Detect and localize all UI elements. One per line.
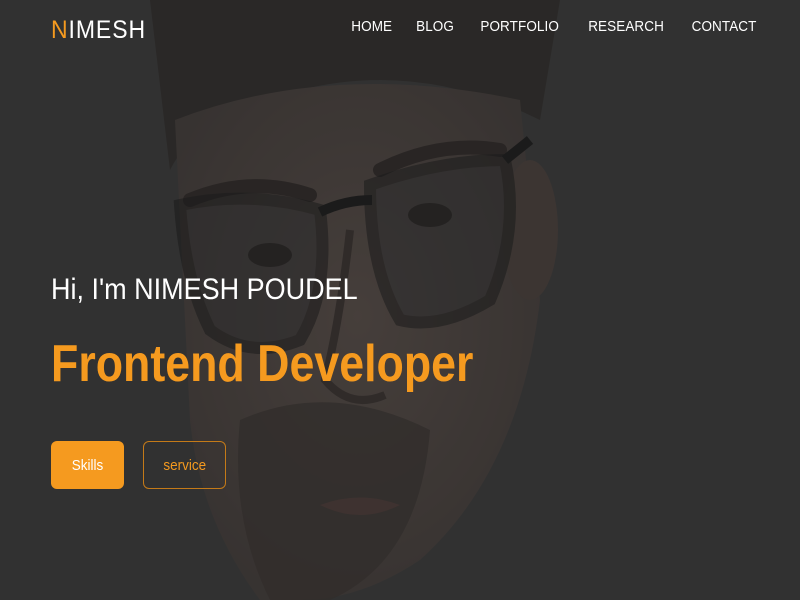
- skills-button-label: Skills: [71, 456, 104, 474]
- nav-menu: HOME BLOG PORTFOLIO RESEARCH CONTACT: [349, 18, 760, 35]
- nav-item-research[interactable]: RESEARCH: [588, 18, 664, 35]
- brand-logo[interactable]: NIMESH: [51, 16, 146, 45]
- top-navbar: NIMESH HOME BLOG PORTFOLIO RESEARCH CONT…: [0, 0, 800, 60]
- hero-role-title: Frontend Developer: [51, 335, 474, 393]
- nav-item-portfolio[interactable]: PORTFOLIO: [481, 18, 560, 35]
- nav-item-contact[interactable]: CONTACT: [692, 18, 757, 35]
- service-button-label: service: [163, 456, 206, 474]
- logo-accent-letter: N: [51, 16, 69, 44]
- service-button[interactable]: service: [143, 441, 226, 489]
- skills-button[interactable]: Skills: [51, 441, 124, 489]
- nav-item-blog[interactable]: BLOG: [416, 18, 454, 35]
- hero-greeting: Hi, I'm NIMESH POUDEL: [51, 273, 358, 306]
- hero-section: NIMESH HOME BLOG PORTFOLIO RESEARCH CONT…: [0, 0, 800, 600]
- nav-item-home[interactable]: HOME: [351, 18, 392, 35]
- logo-text: IMESH: [68, 16, 146, 44]
